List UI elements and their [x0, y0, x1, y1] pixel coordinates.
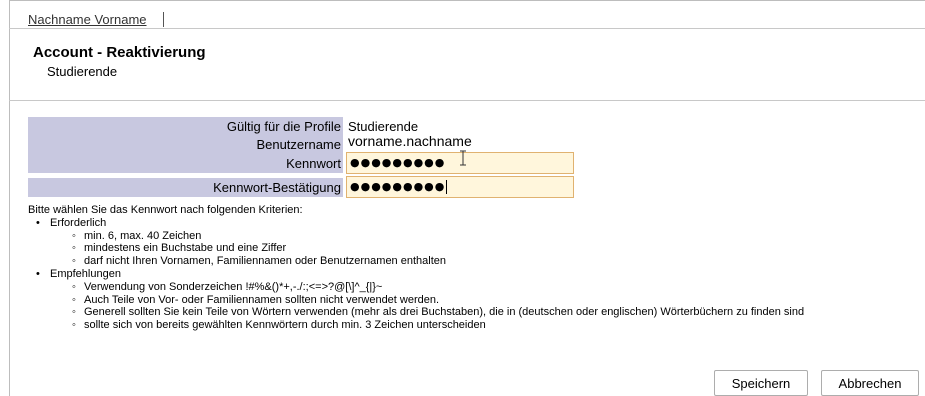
criteria-group-title: Erforderlich [50, 216, 107, 229]
password-confirm-label: Kennwort-Bestätigung [28, 178, 343, 197]
password-confirm-field[interactable]: ●●●●●●●●● [346, 176, 574, 198]
password-criteria: Bitte wählen Sie das Kennwort nach folge… [28, 204, 804, 332]
title-divider [9, 100, 925, 101]
password-label: Kennwort [28, 154, 343, 173]
save-button[interactable]: Speichern [714, 370, 808, 396]
text-caret [163, 12, 164, 27]
page-subtitle: Studierende [47, 64, 118, 79]
header-divider [9, 28, 925, 29]
top-border [9, 0, 925, 1]
criteria-item: Verwendung von Sonderzeichen !#%&()*+,-.… [72, 281, 804, 294]
criteria-item: mindestens ein Buchstabe und eine Ziffer [72, 242, 804, 255]
criteria-groups: Erforderlich min. 6, max. 40 Zeichen min… [28, 217, 804, 332]
criteria-item: Auch Teile von Vor- oder Familiennamen s… [72, 294, 804, 307]
password-confirm-value: ●●●●●●●●● [350, 180, 446, 193]
input-caret [446, 180, 448, 194]
criteria-item: min. 6, max. 40 Zeichen [72, 230, 804, 243]
criteria-item: sollte sich von bereits gewählten Kennwö… [72, 319, 804, 332]
criteria-item: Generell sollten Sie kein Teile von Wört… [72, 306, 804, 319]
page-title: Account - Reaktivierung [33, 44, 206, 61]
criteria-item: darf nicht Ihren Vornamen, Familiennamen… [72, 255, 804, 268]
ibeam-cursor-icon [460, 150, 466, 166]
user-name-link[interactable]: Nachname Vorname [28, 12, 147, 27]
criteria-group: Erforderlich min. 6, max. 40 Zeichen min… [36, 217, 804, 268]
criteria-group-title: Empfehlungen [50, 267, 121, 280]
profile-label: Gültig für die Profile [28, 117, 343, 136]
username-label: Benutzername [28, 135, 343, 154]
username-value: vorname.nachname [348, 133, 472, 149]
criteria-intro: Bitte wählen Sie das Kennwort nach folge… [28, 204, 303, 216]
cancel-button[interactable]: Abbrechen [821, 370, 919, 396]
criteria-group: Empfehlungen Verwendung von Sonderzeiche… [36, 268, 804, 332]
